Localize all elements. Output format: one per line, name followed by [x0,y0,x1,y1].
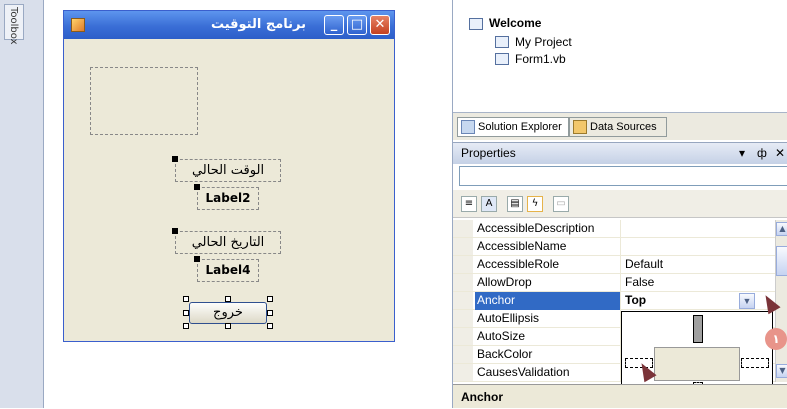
property-value[interactable]: Default [623,256,663,274]
resize-handle[interactable] [267,310,273,316]
property-row[interactable]: AccessibleName [453,238,775,256]
tab-solution-explorer-label: Solution Explorer [478,121,562,133]
tab-data-sources-label: Data Sources [590,121,657,133]
resize-handle[interactable] [267,323,273,329]
object-selector-combo[interactable] [459,166,787,186]
tree-item-my-project[interactable]: My Project [515,35,572,49]
properties-view-icon[interactable]: ▤ [507,196,523,212]
toolbox-tab-label: Toolbox [8,7,19,45]
property-name: AutoEllipsis [475,310,621,328]
anchor-control-preview [654,347,740,381]
exit-button[interactable]: خروج [189,302,267,324]
solution-explorer-tabs: Solution Explorer Data Sources [453,112,787,140]
property-name: AutoSize [475,328,621,346]
property-name: AccessibleDescription [475,220,621,238]
selection-handle[interactable] [194,184,200,190]
close-icon[interactable]: ✕ [370,15,390,35]
close-icon[interactable]: ✕ [775,143,785,164]
resize-handle[interactable] [225,323,231,329]
property-row[interactable]: AccessibleDescription [453,220,775,238]
tab-solution-explorer[interactable]: Solution Explorer [457,117,569,137]
form-file-icon [495,53,509,65]
picture-box-placeholder[interactable] [90,67,198,135]
properties-toolbar: ≡ A ▤ ϟ ▭ [453,190,787,218]
toolbox-tab[interactable]: Toolbox [4,4,24,45]
property-row[interactable]: AccessibleRole Default [453,256,775,274]
property-description: Anchor [453,384,787,408]
property-pages-icon[interactable]: ▭ [553,196,569,212]
solution-explorer-tree: Welcome My Project Form1.vb [453,0,787,110]
property-name: AccessibleName [475,238,621,256]
resize-handle[interactable] [267,296,273,302]
tab-data-sources[interactable]: Data Sources [569,117,667,137]
project-icon [469,18,483,30]
tree-item-form1[interactable]: Form1.vb [515,52,566,66]
anchor-top-toggle[interactable] [693,315,703,343]
tree-root-welcome[interactable]: Welcome [489,16,541,30]
property-value[interactable] [623,238,625,256]
time-value-label[interactable]: Label2 [197,187,259,210]
scroll-up-icon[interactable]: ▲ [776,222,787,236]
scroll-thumb[interactable] [776,246,787,276]
property-name: AllowDrop [475,274,621,292]
maximize-icon[interactable]: □ [347,15,367,35]
annotation-marker-1: ١ [765,328,787,350]
anchor-dropdown-arrow-icon[interactable]: ▼ [739,293,755,309]
resize-handle[interactable] [183,323,189,329]
right-tool-pane: Welcome My Project Form1.vb Solution Exp… [452,0,787,408]
date-caption-label[interactable]: التاريخ الحالي [175,231,281,254]
resize-handle[interactable] [183,310,189,316]
categorized-icon[interactable]: ≡ [461,196,477,212]
my-project-icon [495,36,509,48]
date-value-label[interactable]: Label4 [197,259,259,282]
form-titlebar: برنامج التوقيت _ □ ✕ [64,11,394,39]
alphabetical-icon[interactable]: A [481,196,497,212]
resize-handle[interactable] [225,296,231,302]
properties-title: Properties [461,146,516,160]
property-value[interactable]: Top [623,292,646,310]
selection-handle[interactable] [194,256,200,262]
designer-form[interactable]: برنامج التوقيت _ □ ✕ الوقت الحالي Label2… [63,10,395,342]
events-lightning-icon[interactable]: ϟ [527,196,543,212]
property-value[interactable]: False [623,274,654,292]
property-name: Anchor [475,292,621,310]
toolbox-strip: Toolbox [0,0,44,408]
time-caption-label[interactable]: الوقت الحالي [175,159,281,182]
minimize-icon[interactable]: _ [324,15,344,35]
form-app-icon [71,18,85,32]
properties-header: Properties ▾ ф ✕ [453,142,787,164]
property-row[interactable]: AllowDrop False [453,274,775,292]
property-name: BackColor [475,346,621,364]
property-value[interactable] [623,220,625,238]
form-title: برنامج التوقيت [210,17,306,32]
solution-explorer-icon [461,120,475,134]
scroll-down-icon[interactable]: ▼ [776,364,787,378]
selection-handle[interactable] [172,228,178,234]
pin-icon[interactable]: ф [757,143,767,164]
selection-handle[interactable] [172,156,178,162]
data-sources-icon [573,120,587,134]
dropdown-icon[interactable]: ▾ [739,143,745,164]
property-row-selected[interactable]: Anchor Top ▼ [453,292,775,310]
property-name: AccessibleRole [475,256,621,274]
resize-handle[interactable] [183,296,189,302]
property-description-title: Anchor [461,390,503,404]
property-name: CausesValidation [475,364,621,382]
anchor-right-toggle[interactable] [741,358,769,368]
